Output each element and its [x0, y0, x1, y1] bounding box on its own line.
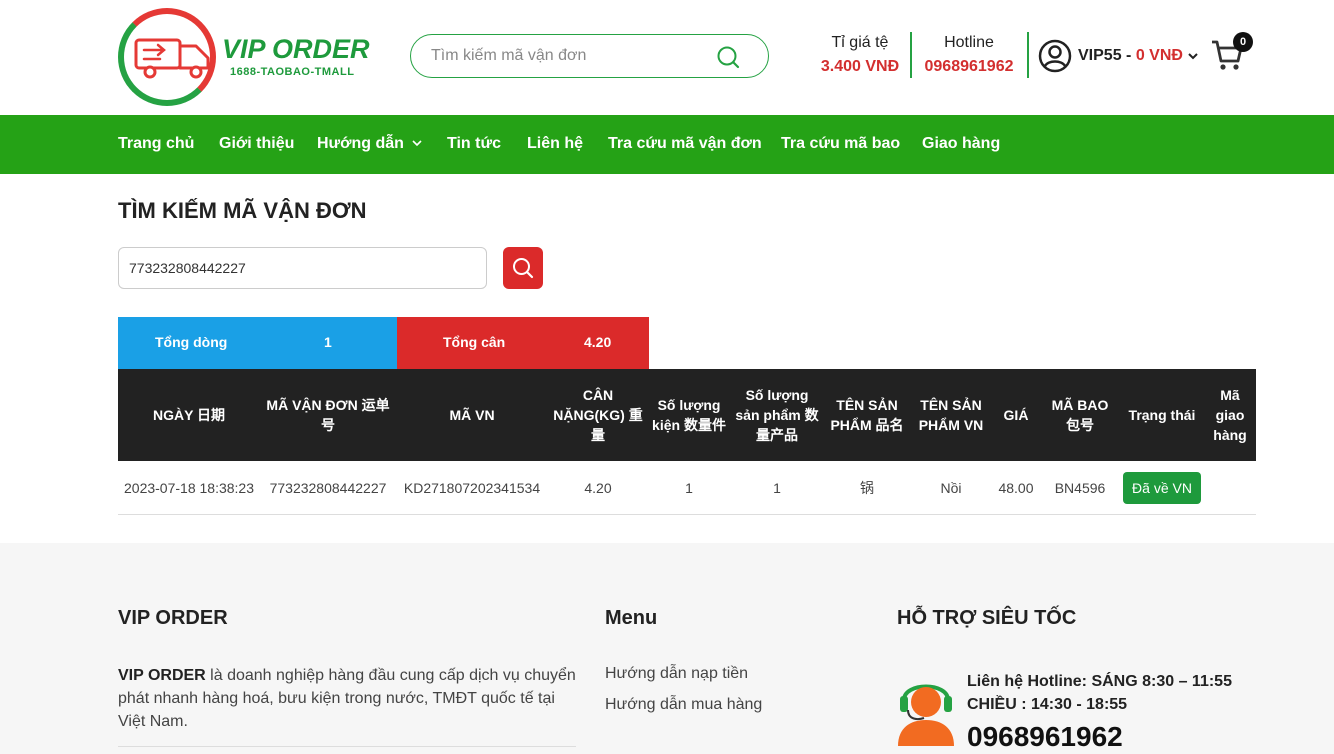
tracking-search-button[interactable] [503, 247, 543, 289]
total-weight-summary: Tổng cân 4.20 [397, 317, 649, 369]
nav-item-about[interactable]: Giới thiệu [219, 135, 294, 153]
nav-item-delivery[interactable]: Giao hàng [922, 135, 1000, 153]
logo-brand-name: VIP ORDER [222, 34, 370, 64]
footer-link-buying-guide[interactable]: Hướng dẫn mua hàng [605, 696, 762, 714]
header-search-box [410, 34, 769, 78]
main-nav: Trang chủ Giới thiệu Hướng dẫn Tin tức L… [0, 115, 1334, 174]
header-search-input[interactable] [431, 45, 711, 67]
hotline-number[interactable]: 0968961962 [918, 58, 1020, 76]
divider [1027, 32, 1029, 78]
search-icon[interactable] [716, 45, 740, 69]
cell-vn-code: KD271807202341534 [403, 479, 541, 496]
footer-support-title: HỖ TRỢ SIÊU TỐC [897, 607, 1077, 629]
cell-product-name: 锅 [860, 479, 874, 496]
exchange-rate-value: 3.400 VNĐ [820, 58, 900, 75]
account-label: VIP55 - 0 VNĐ [1078, 47, 1183, 65]
column-header: TÊN SẢN PHẨM VN [918, 397, 984, 433]
cell-delivery-code [1204, 461, 1256, 514]
total-weight-label: Tổng cân [443, 334, 506, 350]
total-rows-value: 1 [324, 334, 332, 350]
footer-about-text: VIP ORDER là doanh nghiệp hàng đầu cung … [118, 664, 578, 733]
account-name: VIP55 - [1078, 47, 1132, 64]
support-agent-icon [898, 684, 954, 746]
nav-item-contact[interactable]: Liên hệ [527, 135, 583, 153]
nav-item-news[interactable]: Tin tức [447, 135, 501, 153]
column-header: CÂN NẶNG(KG) 重量 [553, 387, 643, 443]
footer-menu-title: Menu [605, 607, 658, 629]
support-hours-morning: Liên hệ Hotline: SÁNG 8:30 – 11:55 [967, 673, 1232, 690]
support-phone-number[interactable]: 0968961962 [967, 721, 1123, 753]
tracking-search-input[interactable] [118, 247, 487, 289]
table-header: NGÀY 日期 MÃ VẬN ĐƠN 运单号 MÃ VN CÂN NẶNG(KG… [118, 369, 1256, 461]
cell-date: 2023-07-18 18:38:23 [124, 479, 254, 496]
cell-product-name-vn: Nồi [940, 479, 962, 496]
column-header: TÊN SẢN PHẨM 品名 [830, 397, 904, 433]
chevron-down-icon [1188, 53, 1198, 60]
column-header: MÃ BAO 包号 [1051, 397, 1109, 433]
nav-item-tracking[interactable]: Tra cứu mã vận đơn [608, 135, 762, 153]
total-rows-summary: Tổng dòng 1 [118, 317, 397, 369]
column-header: Số lượng sản phẩm 数量产品 [735, 387, 819, 443]
hotline-label: Hotline [944, 34, 994, 51]
exchange-rate: Tỉ giá tệ 3.400 VNĐ [812, 34, 908, 76]
exchange-rate-label: Tỉ giá tệ [831, 34, 889, 51]
nav-item-guide-label: Hướng dẫn [317, 135, 404, 152]
divider [118, 746, 576, 747]
cell-package-count: 1 [685, 479, 693, 496]
site-header: VIP ORDER 1688-TAOBAO-TMALL Tỉ giá tệ 3.… [0, 0, 1334, 115]
nav-item-package-lookup[interactable]: Tra cứu mã bao [781, 135, 900, 153]
footer-link-topup-guide[interactable]: Hướng dẫn nạp tiền [605, 665, 748, 683]
hotline: Hotline 0968961962 [918, 34, 1020, 76]
account-balance: 0 VNĐ [1135, 47, 1183, 64]
cell-price: 48.00 [998, 479, 1034, 496]
column-header: MÃ VN [449, 407, 495, 423]
divider [910, 32, 912, 78]
cell-bag-code: BN4596 [1054, 479, 1106, 496]
user-circle-icon [1038, 39, 1072, 73]
search-icon [513, 258, 534, 279]
status-badge: Đã về VN [1123, 471, 1201, 504]
table-row: 2023-07-18 18:38:23 773232808442227 KD27… [118, 461, 1256, 515]
cell-product-count: 1 [773, 479, 781, 496]
cart-count-badge: 0 [1233, 32, 1253, 52]
truck-icon [134, 38, 210, 79]
logo-tagline: 1688-TAOBAO-TMALL [230, 66, 355, 78]
chevron-down-icon [412, 140, 422, 147]
column-header: Số lượng kiện 数量件 [652, 397, 726, 433]
column-header: GIÁ [1003, 407, 1029, 423]
nav-item-guide[interactable]: Hướng dẫn [317, 135, 423, 153]
column-header: MÃ VẬN ĐƠN 运单号 [266, 397, 390, 433]
column-header: Mã giao hàng [1213, 387, 1247, 443]
site-footer: VIP ORDER VIP ORDER là doanh nghiệp hàng… [0, 543, 1334, 754]
cell-status: Đã về VN [1120, 461, 1204, 514]
cell-tracking-code: 773232808442227 [269, 479, 387, 496]
footer-about-title: VIP ORDER [118, 607, 228, 629]
column-header: NGÀY 日期 [152, 407, 226, 423]
total-rows-label: Tổng dòng [155, 334, 228, 350]
support-hours-afternoon: CHIỀU : 14:30 - 18:55 [967, 696, 1128, 713]
column-header: Trạng thái [1128, 407, 1196, 423]
page-title: TÌM KIẾM MÃ VẬN ĐƠN [118, 198, 367, 223]
site-logo[interactable]: VIP ORDER 1688-TAOBAO-TMALL [118, 8, 378, 108]
nav-item-home[interactable]: Trang chủ [118, 135, 194, 153]
total-weight-value: 4.20 [584, 334, 612, 350]
cell-weight: 4.20 [584, 479, 612, 496]
account-menu[interactable]: VIP55 - 0 VNĐ [1038, 38, 1199, 74]
footer-about-brand: VIP ORDER [118, 667, 206, 684]
